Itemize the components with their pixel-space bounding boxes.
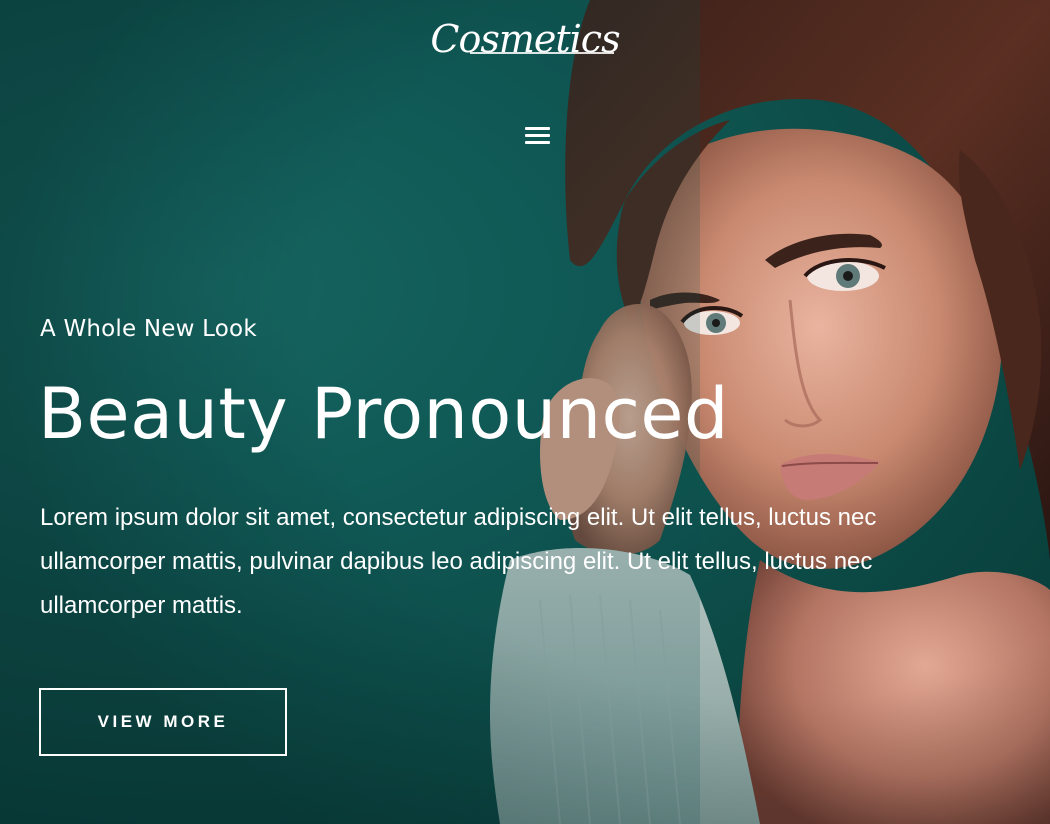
- hero-title: Beauty Pronounced: [38, 373, 729, 455]
- hero-section: Cosmetics A Whole New Look Beauty Pronou…: [0, 0, 1050, 824]
- hero-subtitle: A Whole New Look: [40, 316, 257, 342]
- menu-bar: [525, 141, 550, 144]
- hero-description: Lorem ipsum dolor sit amet, consectetur …: [40, 504, 877, 619]
- view-more-button[interactable]: VIEW MORE: [39, 688, 287, 756]
- menu-bar: [525, 134, 550, 137]
- logo-underline: [470, 52, 614, 54]
- brand-logo[interactable]: Cosmetics: [0, 14, 1050, 64]
- menu-bar: [525, 127, 550, 130]
- hamburger-menu-icon[interactable]: [525, 126, 551, 146]
